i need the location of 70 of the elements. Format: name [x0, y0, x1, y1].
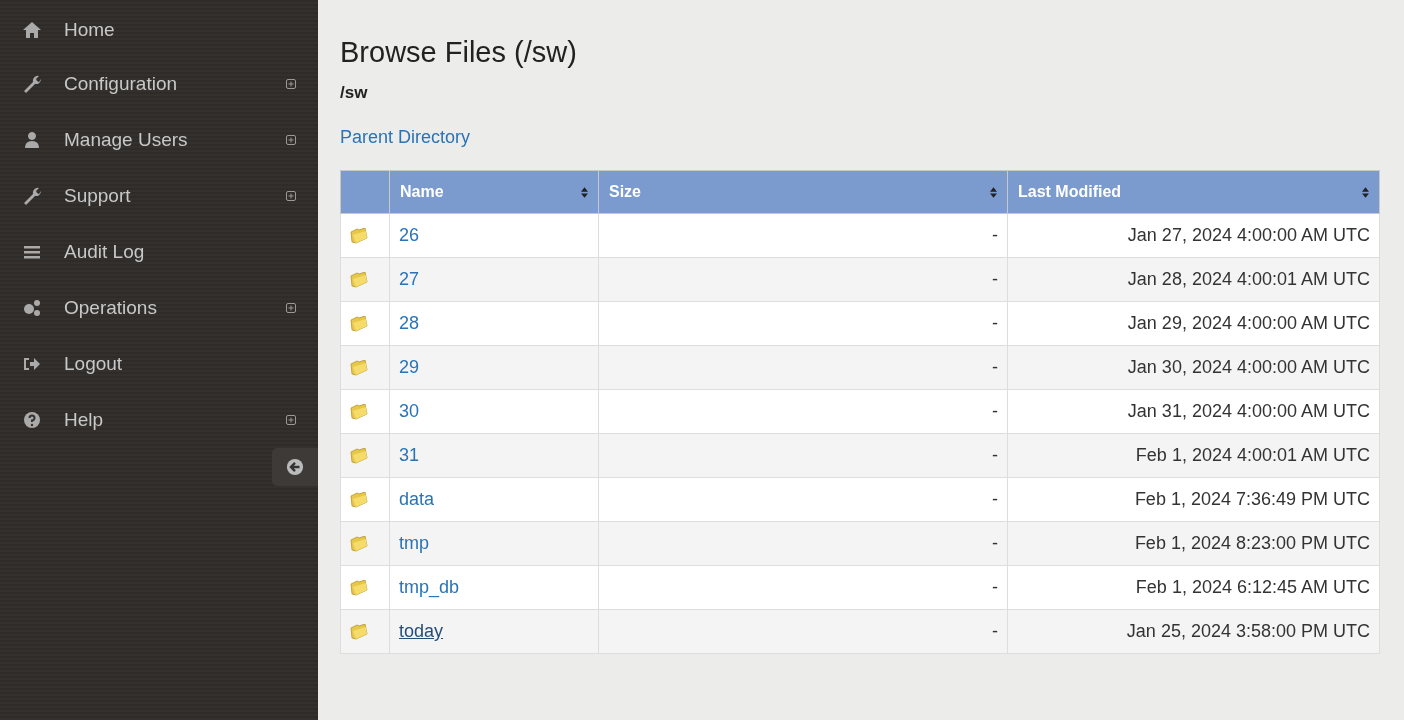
- table-cell: Jan 29, 2024 4:00:00 AM UTC: [1007, 301, 1380, 346]
- current-path: /sw: [340, 83, 369, 103]
- folder-icon: [350, 271, 368, 288]
- user-icon: [22, 130, 42, 150]
- folder-icon: [350, 403, 368, 420]
- column-header[interactable]: Name: [389, 170, 599, 214]
- folder-link[interactable]: 27: [399, 269, 420, 289]
- sidebar-item[interactable]: Manage Users: [0, 112, 318, 168]
- sidebar-item[interactable]: Logout: [0, 336, 318, 392]
- sort-icon: [1362, 186, 1369, 198]
- sidebar-item[interactable]: Audit Log: [0, 224, 318, 280]
- expand-icon[interactable]: [286, 191, 296, 201]
- folder-link[interactable]: 26: [399, 225, 420, 245]
- arrow-left-icon: [286, 458, 304, 476]
- page-title: Browse Files (/sw): [340, 36, 578, 69]
- sort-icon: [581, 186, 588, 198]
- folder-icon: [350, 315, 368, 332]
- expand-icon[interactable]: [286, 135, 296, 145]
- folder-link[interactable]: 28: [399, 313, 420, 333]
- table-cell: Feb 1, 2024 6:12:45 AM UTC: [1007, 565, 1380, 610]
- table-cell: -: [598, 521, 1008, 566]
- sidebar-item[interactable]: Configuration: [0, 56, 318, 112]
- folder-icon: [350, 227, 368, 244]
- column-header[interactable]: Size: [598, 170, 1008, 214]
- folder-icon: [350, 579, 368, 596]
- table-cell: Jan 31, 2024 4:00:00 AM UTC: [1007, 389, 1380, 434]
- folder-link[interactable]: 30: [399, 401, 420, 421]
- folder-link[interactable]: today: [399, 621, 444, 641]
- folder-link[interactable]: 29: [399, 357, 420, 377]
- table-cell: Jan 30, 2024 4:00:00 AM UTC: [1007, 345, 1380, 390]
- table-cell: -: [598, 389, 1008, 434]
- folder-icon: [350, 535, 368, 552]
- wrench-icon: [22, 186, 42, 206]
- header-cell: [340, 170, 390, 214]
- folder-icon: [350, 623, 368, 640]
- sidebar-item[interactable]: Operations: [0, 280, 318, 336]
- table-cell: Jan 28, 2024 4:00:01 AM UTC: [1007, 257, 1380, 302]
- home-icon: [22, 20, 42, 40]
- table-cell: Feb 1, 2024 8:23:00 PM UTC: [1007, 521, 1380, 566]
- table-cell: -: [598, 301, 1008, 346]
- expand-icon[interactable]: [286, 415, 296, 425]
- wrench-icon: [22, 74, 42, 94]
- help-icon: [22, 410, 42, 430]
- folder-icon: [350, 447, 368, 464]
- folder-link[interactable]: 31: [399, 445, 420, 465]
- expand-icon[interactable]: [286, 79, 296, 89]
- table-cell: -: [598, 477, 1008, 522]
- sidebar-item[interactable]: Help: [0, 392, 318, 448]
- sort-icon: [990, 186, 997, 198]
- folder-icon: [350, 491, 368, 508]
- expand-icon[interactable]: [286, 303, 296, 313]
- folder-link[interactable]: data: [399, 489, 435, 509]
- table-cell: -: [598, 609, 1008, 654]
- table-cell: -: [598, 257, 1008, 302]
- folder-icon: [350, 359, 368, 376]
- column-header[interactable]: Last Modified: [1007, 170, 1380, 214]
- table-cell: Jan 25, 2024 3:58:00 PM UTC: [1007, 609, 1380, 654]
- table-cell: Feb 1, 2024 4:00:01 AM UTC: [1007, 433, 1380, 478]
- table-cell: -: [598, 433, 1008, 478]
- sidebar-item[interactable]: Support: [0, 168, 318, 224]
- folder-link[interactable]: tmp_db: [399, 577, 460, 597]
- table-cell: -: [598, 345, 1008, 390]
- collapse-button[interactable]: [272, 448, 318, 486]
- folder-link[interactable]: tmp: [399, 533, 429, 553]
- table-cell: -: [598, 213, 1008, 258]
- parent-directory-link[interactable]: Parent Directory: [340, 127, 471, 148]
- table-cell: -: [598, 565, 1008, 610]
- table-cell: Feb 1, 2024 7:36:49 PM UTC: [1007, 477, 1380, 522]
- sidebar-item[interactable]: Home: [0, 4, 318, 56]
- table-cell: Jan 27, 2024 4:00:00 AM UTC: [1007, 213, 1380, 258]
